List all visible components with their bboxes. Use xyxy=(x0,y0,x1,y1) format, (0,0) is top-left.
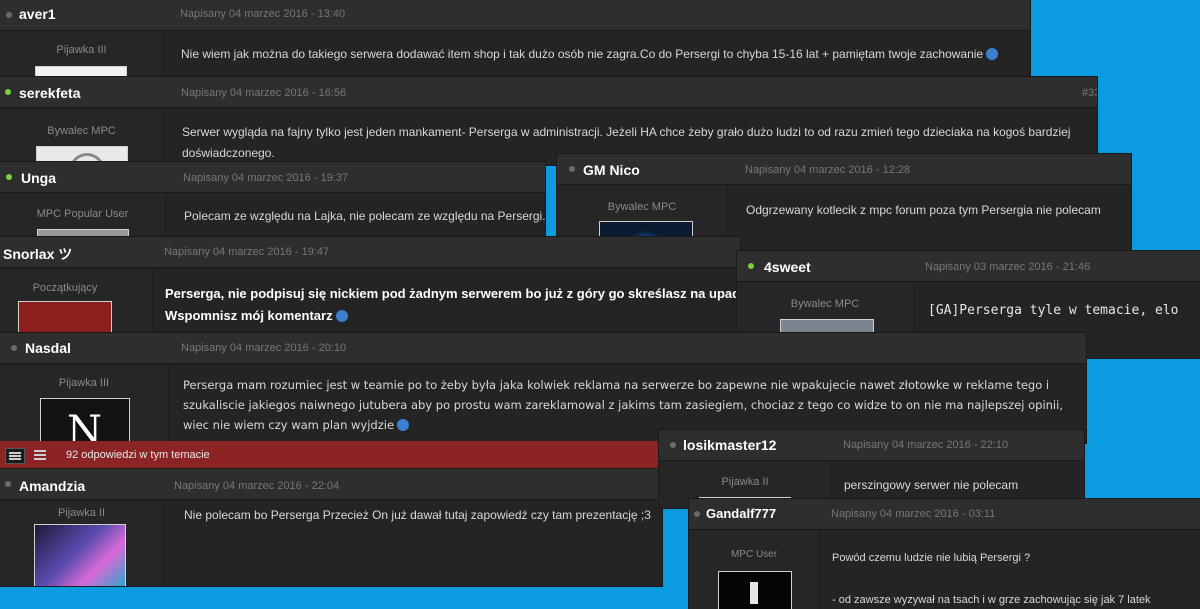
post-date: Napisany 04 marzec 2016 - 19:47 xyxy=(164,246,330,258)
post-date: Napisany 04 marzec 2016 - 12:28 xyxy=(745,164,911,176)
post-number-link[interactable]: #33 xyxy=(1082,87,1097,99)
post-content: Nie polecam bo Perserga Przecież On już … xyxy=(184,508,651,522)
author-panel: Pijawka III xyxy=(0,31,164,80)
post-losikmaster12: losikmaster12 Napisany 04 marzec 2016 - … xyxy=(659,430,1084,508)
post-header: Snorlax ツ Napisany 04 marzec 2016 - 19:4… xyxy=(0,237,740,268)
post-content: Odgrzewany kotlecik z mpc forum poza tym… xyxy=(746,203,1101,217)
post-gandalf777: Gandalf777 Napisany 04 marzec 2016 - 03:… xyxy=(689,499,1200,609)
post-text: Nie wiem jak można do takiego serwera do… xyxy=(181,47,984,61)
post-line-2: Wspomnisz mój komentarz xyxy=(165,305,735,327)
post-date: Napisany 04 marzec 2016 - 03:11 xyxy=(831,508,996,520)
post-header: Gandalf777 Napisany 04 marzec 2016 - 03:… xyxy=(689,499,1200,530)
post-date: Napisany 04 marzec 2016 - 22:04 xyxy=(174,480,340,492)
username-link[interactable]: aver1 xyxy=(19,6,56,22)
post-content: Powód czemu ludzie nie lubią Persergi ? … xyxy=(832,548,1197,609)
username-link[interactable]: Unga xyxy=(21,170,56,186)
post-content: Perserga, nie podpisuj się nickiem pod ż… xyxy=(165,283,740,327)
author-panel: MPC User xyxy=(689,530,820,609)
smiley-icon xyxy=(335,310,348,322)
post-content: Perserga mam rozumiec jest w teamie po t… xyxy=(183,375,1083,435)
author-panel: Pijawka II xyxy=(0,500,164,586)
post-text: Perserga mam rozumiec jest w teamie po t… xyxy=(183,378,1063,432)
username-link[interactable]: Nasdal xyxy=(25,340,71,356)
status-dot xyxy=(670,442,676,448)
post-date: Napisany 04 marzec 2016 - 20:10 xyxy=(181,342,347,354)
user-rank: MPC Popular User xyxy=(36,208,129,220)
post-header: Unga Napisany 04 marzec 2016 - 19:37 xyxy=(0,162,545,193)
status-dot xyxy=(6,12,12,18)
post-header: Nasdal Napisany 04 marzec 2016 - 20:10 xyxy=(0,333,1086,364)
post-header: aver1 Napisany 04 marzec 2016 - 13:40 xyxy=(0,0,1030,31)
avatar[interactable] xyxy=(34,524,126,586)
post-date: Napisany 04 marzec 2016 - 13:40 xyxy=(180,8,346,20)
post-header: losikmaster12 Napisany 04 marzec 2016 - … xyxy=(659,430,1084,461)
post-date: Napisany 04 marzec 2016 - 22:10 xyxy=(843,439,1009,451)
topic-action-bar: 92 odpowiedzi w tym temacie xyxy=(0,441,662,469)
user-rank: Początkujący xyxy=(32,282,98,294)
post-line: Powód czemu ludzie nie lubią Persergi ? xyxy=(832,552,1031,564)
status-dot xyxy=(11,345,17,351)
multiquote-icon[interactable] xyxy=(5,448,25,464)
post-header: GM Nico Napisany 04 marzec 2016 - 12:28 xyxy=(557,154,1131,185)
online-dot xyxy=(748,263,754,269)
username-link[interactable]: serekfeta xyxy=(19,85,81,101)
user-rank: Bywalec MPC xyxy=(47,125,116,137)
author-panel: Bywalec MPC xyxy=(0,108,164,165)
status-dot xyxy=(694,511,700,517)
smiley-icon xyxy=(397,419,410,431)
username-link[interactable]: Gandalf777 xyxy=(706,506,776,521)
user-rank: MPC User xyxy=(730,549,778,560)
post-text: Wspomnisz mój komentarz xyxy=(165,308,333,323)
post-line-spacer xyxy=(832,569,1197,590)
post-aver1: aver1 Napisany 04 marzec 2016 - 13:40 Pi… xyxy=(0,0,1030,80)
post-date: Napisany 04 marzec 2016 - 19:37 xyxy=(183,172,349,184)
online-dot xyxy=(6,174,12,180)
username-link[interactable]: GM Nico xyxy=(583,162,640,178)
smiley-icon xyxy=(986,48,999,60)
username-link[interactable]: 4sweet xyxy=(764,259,811,275)
post-content: [GA]Perserga tyle w temacie, elo xyxy=(928,303,1179,318)
post-amandzia: Amandzia Napisany 04 marzec 2016 - 22:04… xyxy=(0,469,662,586)
status-dot xyxy=(569,166,575,172)
online-dot xyxy=(5,89,11,95)
user-rank: Pijawka III xyxy=(56,44,107,56)
username-link[interactable]: Snorlax ツ xyxy=(3,244,72,264)
post-content: Polecam ze względu na Lajka, nie polecam… xyxy=(184,209,545,223)
list-icon[interactable] xyxy=(34,450,46,460)
post-header: serekfeta Napisany 04 marzec 2016 - 16:5… xyxy=(0,77,1097,108)
avatar[interactable]: N xyxy=(40,398,130,443)
reply-count: 92 odpowiedzi w tym temacie xyxy=(66,449,210,461)
post-line: - od zawsze wyzywał na tsach i w grze za… xyxy=(832,594,1151,606)
status-dot xyxy=(5,481,11,487)
user-rank: Bywalec MPC xyxy=(607,201,677,213)
user-rank: Bywalec MPC xyxy=(790,298,860,310)
user-rank: Pijawka II xyxy=(57,507,106,519)
post-serekfeta: serekfeta Napisany 04 marzec 2016 - 16:5… xyxy=(0,77,1097,165)
post-nasdal: Nasdal Napisany 04 marzec 2016 - 20:10 P… xyxy=(0,333,1086,443)
post-line: Perserga, nie podpisuj się nickiem pod ż… xyxy=(165,286,740,301)
post-header: Amandzia Napisany 04 marzec 2016 - 22:04 xyxy=(0,469,662,500)
post-date: Napisany 03 marzec 2016 - 21:46 xyxy=(925,261,1091,273)
post-content: perszingowy serwer nie polecam xyxy=(844,478,1019,492)
username-link[interactable]: Amandzia xyxy=(19,478,85,494)
author-panel: Pijawka III N xyxy=(0,364,169,443)
post-unga: Unga Napisany 04 marzec 2016 - 19:37 MPC… xyxy=(0,162,545,240)
post-snorlax: Snorlax ツ Napisany 04 marzec 2016 - 19:4… xyxy=(0,237,740,337)
avatar[interactable] xyxy=(718,571,792,609)
user-rank: Pijawka II xyxy=(721,476,769,488)
avatar[interactable] xyxy=(18,301,112,337)
post-content: Nie wiem jak można do takiego serwera do… xyxy=(181,44,1030,65)
user-rank: Pijawka III xyxy=(58,377,110,389)
author-panel: Początkujący xyxy=(0,268,153,337)
author-panel: MPC Popular User xyxy=(0,193,166,240)
post-header: 4sweet Napisany 03 marzec 2016 - 21:46 xyxy=(737,251,1200,282)
post-date: Napisany 04 marzec 2016 - 16:56 xyxy=(181,87,347,99)
username-link[interactable]: losikmaster12 xyxy=(683,437,776,453)
